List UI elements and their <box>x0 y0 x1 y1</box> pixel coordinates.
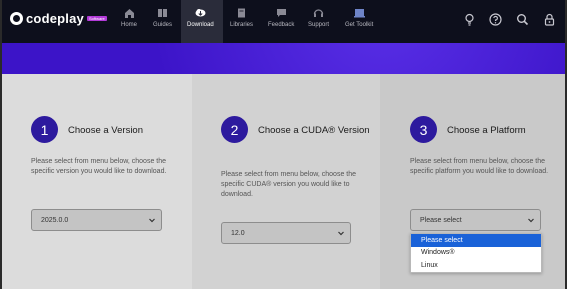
nav-label-guides: Guides <box>153 22 173 28</box>
step-desc-version: Please select from menu below, choose th… <box>31 158 167 175</box>
cuda-version-select[interactable]: 12.0 <box>221 222 351 244</box>
nav-item-home[interactable]: Home <box>121 8 137 34</box>
step-desc-cuda: Please select from menu below, choose th… <box>221 171 357 198</box>
step-number-3: 3 <box>410 116 437 143</box>
chevron-down-icon <box>338 231 344 236</box>
search-icon[interactable] <box>516 13 529 26</box>
nav-label-home: Home <box>121 22 138 28</box>
brand-name: codeplay <box>26 11 84 26</box>
hero-banner <box>2 43 565 74</box>
nav-item-feedback[interactable]: Feedback <box>268 8 294 34</box>
support-icon <box>313 9 324 17</box>
nav-label-feedback: Feedback <box>268 22 295 28</box>
toolkit-icon <box>353 9 365 18</box>
chevron-down-icon <box>149 218 155 223</box>
brand-logo[interactable]: codeplay Software <box>10 11 107 26</box>
page-frame: codeplay Software Home Guides Download L… <box>2 0 565 289</box>
step-version-panel <box>2 74 192 289</box>
step-number-1: 1 <box>31 116 58 143</box>
cuda-select-value: 12.0 <box>231 229 245 237</box>
nav-item-download[interactable]: Download <box>187 8 214 34</box>
version-select[interactable]: 2025.0.0 <box>31 209 162 231</box>
platform-select-value: Please select <box>420 216 462 224</box>
nav-label-download: Download <box>187 22 214 28</box>
codeplay-logo-icon <box>10 12 23 25</box>
lightbulb-icon[interactable] <box>463 13 476 26</box>
nav-item-support[interactable]: Support <box>308 8 329 34</box>
home-icon <box>124 9 134 18</box>
cloud-download-icon <box>195 9 206 17</box>
help-icon[interactable] <box>489 13 502 26</box>
platform-select[interactable]: Please select <box>410 209 541 231</box>
platform-option-windows[interactable]: Windows® <box>411 247 541 260</box>
version-select-value: 2025.0.0 <box>41 216 69 224</box>
top-navigation: codeplay Software Home Guides Download L… <box>2 0 565 43</box>
nav-item-guides[interactable]: Guides <box>153 8 172 34</box>
step-desc-platform: Please select from menu below, choose th… <box>410 158 549 175</box>
brand-badge: Software <box>86 16 107 21</box>
library-icon <box>238 8 245 18</box>
nav-label-libraries: Libraries <box>230 22 254 28</box>
step-title-cuda: Choose a CUDA® Version <box>258 125 370 136</box>
nav-item-get-toolkit[interactable]: Get Toolkit <box>345 8 373 34</box>
platform-option-please-select[interactable]: Please select <box>411 234 541 247</box>
step-title-platform: Choose a Platform <box>447 125 526 136</box>
nav-label-support: Support <box>308 22 330 28</box>
nav-item-libraries[interactable]: Libraries <box>230 8 253 34</box>
lock-icon[interactable] <box>543 13 556 26</box>
feedback-icon <box>276 9 286 17</box>
step-title-version: Choose a Version <box>68 125 143 136</box>
chevron-down-icon <box>528 218 534 223</box>
book-icon <box>158 9 167 17</box>
nav-label-get-toolkit: Get Toolkit <box>345 22 374 28</box>
platform-dropdown-list: Please select Windows® Linux <box>410 233 542 273</box>
platform-option-linux[interactable]: Linux <box>411 259 541 272</box>
